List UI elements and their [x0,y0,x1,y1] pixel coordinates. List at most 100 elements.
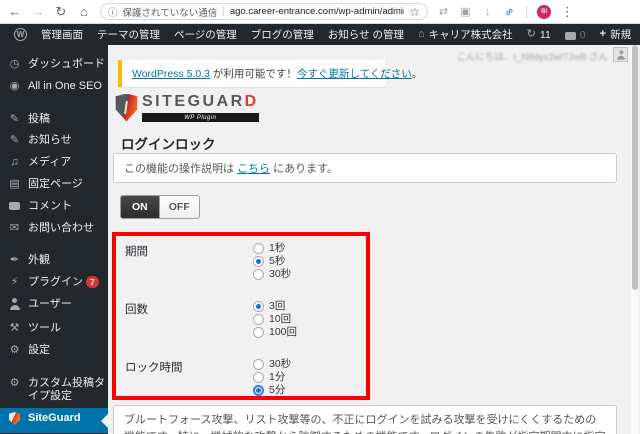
admin-bar-site-menu[interactable]: ⌂ キャリア株式会社 [411,24,520,45]
sidebar-item-aioseo[interactable]: ◉ All in One SEO [0,76,108,98]
radio-icon [253,300,264,312]
setting-label: 期間 [125,246,148,258]
radio-group-period: 1秒 5秒 30秒 [253,242,291,281]
avatar[interactable] [613,47,628,62]
sidebar-item-label: 設定 [28,343,50,356]
login-lock-toggle: ON OFF [120,195,200,219]
wordpress-version-link[interactable]: WordPress 5.0.3 [132,68,210,80]
media-icon: ♫ [10,156,19,168]
sidebar-item-news[interactable]: ✎ お知らせ [0,130,108,152]
siteguard-logo-title: SITEGUARD [142,93,259,110]
sidebar-item-contact[interactable]: ✉ お問い合わせ [0,218,108,240]
plugin-icon: ⚡ [10,276,19,289]
notice-text: が利用可能です！ [210,68,297,80]
update-now-link[interactable]: 今すぐ更新してください [297,68,412,80]
radio-option[interactable]: 3回 [253,300,297,312]
sync-extension-icon[interactable]: ⇄ [437,5,450,18]
siteguard-shield-icon [8,412,21,429]
screenshot-extension-icon[interactable]: ▣ [459,5,472,18]
radio-option[interactable]: 30秒 [253,268,291,280]
howdy-greeting[interactable]: こんにちは、t_N8dyx2wf7JwB さん [456,49,608,63]
sidebar-item-label: 外観 [28,254,50,267]
comment-icon [8,200,21,214]
url-text[interactable]: ago.career-entrance.com/wp-admin/admin.p… [230,6,404,17]
sidebar-item-label: ツール [28,322,61,335]
radio-icon [253,326,264,338]
sidebar-separator [0,98,108,109]
gear-icon: ⚙ [9,376,20,389]
info-text-end: にあります。 [270,163,339,175]
bookmark-star-icon[interactable]: ☆ [409,5,420,19]
download-extension-icon[interactable]: ↓ [481,6,494,18]
sidebar-item-tools[interactable]: ⚒ ツール [0,318,108,340]
admin-bar-item-blog[interactable]: ブログの管理 [244,24,321,45]
radio-option[interactable]: 5秒 [253,255,291,267]
content-area: こんにちは、t_N8dyx2wf7JwB さん WordPress 5.0.3 … [108,45,640,434]
link-extension-icon[interactable]: ∞ [501,3,519,21]
toolbar-divider: | [525,4,529,19]
radio-icon [253,255,264,267]
update-icon: ↻ [526,28,536,40]
sidebar-item-custom-post-type[interactable]: ⚙ カスタム投稿タイプ設定 [0,373,108,409]
off-button[interactable]: OFF [158,196,199,218]
sidebar-item-settings[interactable]: ⚙ 設定 [0,340,108,362]
admin-bar-item-news[interactable]: お知らせ の管理 [321,24,411,45]
reload-icon[interactable]: ↻ [54,5,68,18]
settings-icon: ⚙ [9,343,20,356]
sidebar-item-posts[interactable]: ✎ 投稿 [0,109,108,131]
radio-icon [253,313,264,325]
sidebar-item-siteguard[interactable]: SiteGuard [0,408,108,434]
admin-bar-comments[interactable]: 0 [558,24,593,45]
admin-bar-item-themes[interactable]: テーマの管理 [90,24,167,45]
sidebar-item-users[interactable]: ユーザー [0,294,108,318]
wp-plugin-label: WP Plugin [142,113,259,122]
sidebar-item-label: 投稿 [28,112,50,125]
sidebar-item-label: カスタム投稿タイプ設定 [28,376,105,403]
sidebar-item-plugins[interactable]: ⚡ プラグイン 7 [0,272,108,294]
on-button[interactable]: ON [121,196,159,218]
scrollbar-track[interactable] [631,45,638,434]
radio-option[interactable]: 30秒 [253,358,291,370]
security-label[interactable]: 保護されていない通信 [123,5,218,19]
admin-bar-item-pages[interactable]: ページの管理 [167,24,244,45]
info-icon[interactable]: ⓘ [108,5,118,19]
feature-description-box: ブルートフォース攻撃、リスト攻撃等の、不正にログインを試みる攻撃を受けにくくする… [113,405,617,434]
radio-option[interactable]: 5分 [253,384,291,396]
dashboard-icon: ◷ [9,58,20,70]
wp-admin-bar: W 管理画面 テーマの管理 ページの管理 ブログの管理 お知らせ の管理 ⌂ キ… [0,24,640,45]
home-icon: ⌂ [418,28,425,40]
chrome-menu-icon[interactable]: ⋮ [560,5,574,18]
page-icon: ▤ [9,177,20,190]
update-count: 11 [539,28,551,41]
admin-bar-updates[interactable]: ↻ 11 [520,24,558,45]
wp-logo-menu[interactable]: W [7,24,34,45]
radio-option[interactable]: 100回 [253,326,297,338]
forward-icon[interactable]: → [31,5,45,18]
sidebar-item-comments[interactable]: コメント [0,196,108,218]
radio-icon [253,268,264,280]
radio-option[interactable]: 1分 [253,371,291,383]
radio-option[interactable]: 10回 [253,313,297,325]
radio-option[interactable]: 1秒 [253,242,291,254]
sidebar-separator [0,362,108,373]
help-link[interactable]: こちら [237,163,270,175]
sidebar-item-pages[interactable]: ▤ 固定ページ [0,174,108,196]
update-notice: WordPress 5.0.3 が利用可能です！今すぐ更新してください。 [118,60,422,87]
radio-group-count: 3回 10回 100回 [253,300,297,339]
comment-count: 0 [579,28,586,41]
scrollbar-thumb[interactable] [631,45,638,290]
sidebar-item-label: ユーザー [28,297,72,310]
home-icon[interactable]: ⌂ [77,5,91,18]
url-bar[interactable]: ⓘ 保護されていない通信 | ago.career-entrance.com/w… [100,3,428,20]
admin-bar-item-dashboard[interactable]: 管理画面 [34,24,90,45]
back-icon[interactable]: ← [8,5,22,18]
radio-icon [253,384,264,396]
admin-bar-new[interactable]: + 新規 [593,24,638,45]
sidebar-item-dashboard[interactable]: ◷ ダッシュボード [0,54,108,76]
sidebar-item-label: お知らせ [28,134,72,147]
sidebar-separator [0,239,108,250]
sidebar-item-appearance[interactable]: ✒ 外観 [0,250,108,272]
sidebar-item-media[interactable]: ♫ メディア [0,152,108,174]
hatena-extension-icon[interactable]: B! [537,4,552,19]
sidebar-item-label: コメント [28,199,72,212]
